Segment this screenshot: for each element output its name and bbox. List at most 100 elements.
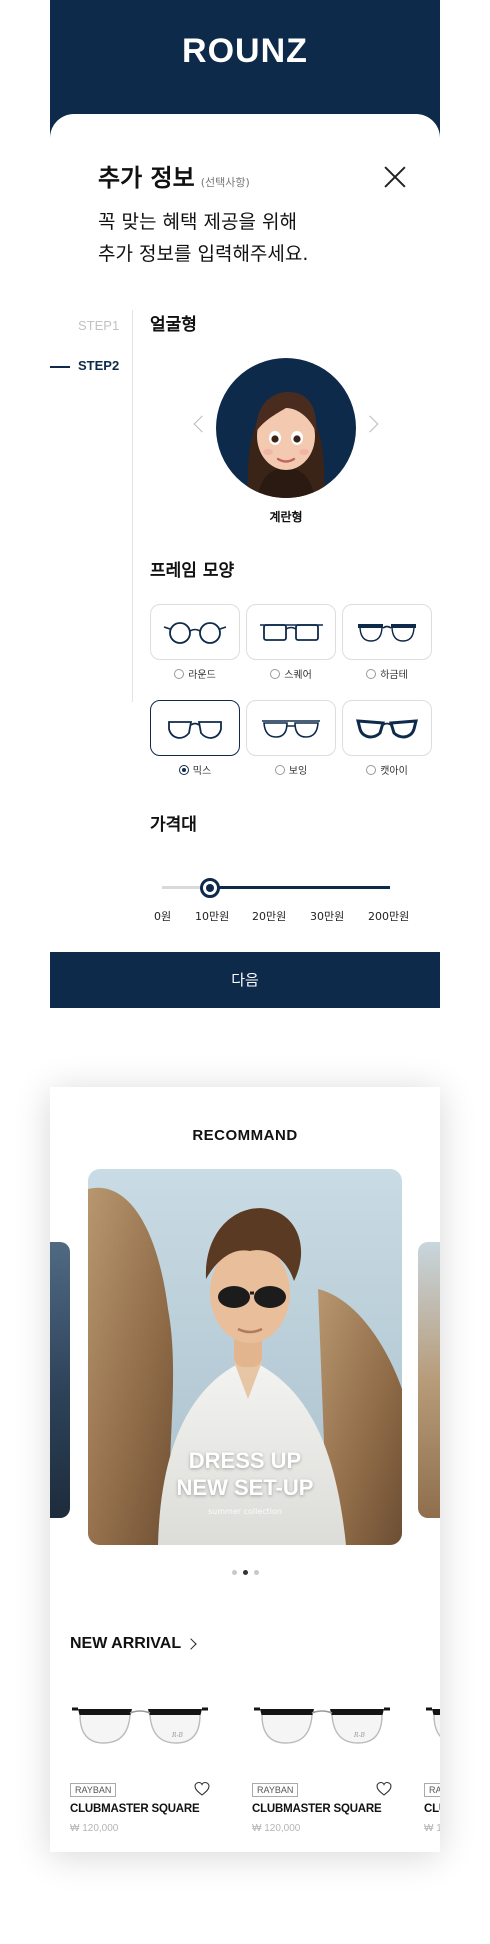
frame-radio-row: 하금테 [342,666,432,681]
clubmaster-glasses-image [426,1707,440,1737]
frame-option-label: 보잉 [288,766,308,777]
rounz-logo: ROUNZ [182,32,308,70]
price-range-slider[interactable] [162,878,390,898]
product-card[interactable]: RAYBAN CLUBMASTER SQUARE ₩ 120,000 [424,1685,440,1834]
page-title: 추가 정보 [98,164,195,192]
sheet-description: 꼭 맞는 혜택 제공을 위해 추가 정보를 입력해주세요. [98,206,308,270]
half-rim-frame-icon [358,624,416,642]
frame-radio[interactable] [274,764,285,775]
face-next-chevron-icon[interactable] [361,415,379,433]
frame-shape-title: 프레임 모양 [150,561,235,581]
info-sheet: 추가 정보 (선택사항) 꼭 맞는 혜택 제공을 위해 추가 정보를 입력해주세… [50,114,440,1008]
brand-tag: RAYBAN [424,1783,440,1797]
svg-text:R-B: R-B [353,1732,366,1739]
clubmaster-glasses-image: R-B [72,1707,208,1744]
banner-slide-previous[interactable] [50,1242,70,1518]
clubmaster-glasses-image: R-B [254,1707,390,1744]
carousel-dot-active[interactable] [243,1570,248,1575]
face-shape-label: 계란형 [269,510,303,524]
brand-tag: RAYBAN [70,1783,117,1797]
price-tick: 20만원 [252,910,287,923]
product-price: ₩ 120,000 [70,1823,119,1834]
chevron-right-icon [185,1638,197,1650]
frame-option-round[interactable]: 라운드 [150,604,240,681]
description-line-2: 추가 정보를 입력해주세요. [98,243,309,265]
step-1[interactable]: STEP1 [78,318,119,333]
product-name: CLUBMASTER SQUARE [252,1803,382,1815]
frame-option-square[interactable]: 스퀘어 [246,604,336,681]
frame-radio[interactable] [270,668,281,679]
brand-tag: RAYBAN [252,1783,299,1797]
description-line-1: 꼭 맞는 혜택 제공을 위해 [98,211,297,233]
mix-frame-icon [168,721,222,739]
frame-option-box [342,604,432,660]
frame-option-label: 하금테 [380,670,408,681]
optional-note: (선택사항) [200,176,250,189]
sheet-title-row: 추가 정보 (선택사항) [98,158,250,193]
frame-radio-row: 스퀘어 [246,666,336,681]
new-arrival-title: NEW ARRIVAL [70,1635,182,1652]
face-avatar[interactable] [216,358,356,498]
banner-headline: DRESS UP NEW SET-UP [88,1447,402,1501]
step-2[interactable]: STEP2 [78,358,119,373]
product-image: R-B [70,1685,210,1765]
next-button[interactable]: 다음 [50,952,440,1008]
heart-icon[interactable] [194,1781,210,1797]
aviator-frame-icon [262,720,320,738]
recommend-title: RECOMMAND [192,1127,298,1144]
step-divider [132,310,133,702]
frame-radio[interactable] [366,668,377,679]
frame-radio[interactable] [178,764,189,775]
cat-eye-frame-icon [356,719,418,739]
banner-headline-line-1: DRESS UP [188,1448,302,1473]
price-tick: 0원 [154,910,172,923]
close-icon[interactable] [384,166,406,188]
banner-slide-current[interactable]: DRESS UP NEW SET-UP summer collection [88,1169,402,1545]
frame-option-label: 캣아이 [380,766,408,777]
additional-info-screen: ROUNZ 추가 정보 (선택사항) 꼭 맞는 혜택 제공을 위해 추가 정보를… [50,0,440,1008]
svg-text:R-B: R-B [171,1732,184,1739]
price-tick: 200만원 [368,910,410,923]
avatar-illustration [247,392,325,498]
product-card[interactable]: R-B RAYBAN CLUBMASTER SQUARE ₩ 120,000 [252,1685,420,1834]
frame-option-box [246,700,336,756]
new-arrival-link[interactable]: NEW ARRIVAL [70,1635,197,1653]
recommend-screen: RECOMMAND DRESS UP NEW SET-UP summer col… [50,1087,440,1852]
face-prev-chevron-icon[interactable] [193,415,211,433]
frame-radio-row: 보잉 [246,762,336,777]
frame-radio-row: 캣아이 [342,762,432,777]
frame-option-label: 라운드 [188,670,216,681]
price-tick: 10만원 [195,910,230,923]
banner-slide-next[interactable] [418,1242,440,1518]
frame-option-box [150,700,240,756]
frame-option-mix[interactable]: 믹스 [150,700,240,777]
frame-option-cat-eye[interactable]: 캣아이 [342,700,432,777]
price-tick: 30만원 [310,910,345,923]
heart-icon[interactable] [376,1781,392,1797]
slider-min-handle[interactable] [200,878,220,898]
frame-option-label: 믹스 [192,766,212,777]
frame-option-half-rim[interactable]: 하금테 [342,604,432,681]
product-price: ₩ 120,000 [252,1823,301,1834]
frame-option-box [150,604,240,660]
product-name: CLUBMASTER SQUARE [424,1803,440,1815]
frame-radio-row: 믹스 [150,762,240,777]
banner-headline-line-2: NEW SET-UP [176,1475,314,1500]
new-arrival-list: R-B RAYBAN CLUBMASTER SQUARE ₩ 120,000 R [50,1685,440,1852]
active-step-marker [50,366,70,368]
carousel-dot[interactable] [254,1570,259,1575]
face-shape-title: 얼굴형 [150,315,197,335]
round-frame-icon [163,622,227,644]
square-frame-icon [260,624,323,641]
frame-option-aviator[interactable]: 보잉 [246,700,336,777]
product-card[interactable]: R-B RAYBAN CLUBMASTER SQUARE ₩ 120,000 [70,1685,238,1834]
product-image: R-B [252,1685,392,1765]
carousel-dot[interactable] [232,1570,237,1575]
banner-subtitle: summer collection [208,1507,282,1516]
price-range-title: 가격대 [150,815,197,835]
frame-radio[interactable] [174,668,185,679]
frame-option-box [342,700,432,756]
product-image [424,1685,440,1765]
frame-radio[interactable] [366,764,377,775]
product-name: CLUBMASTER SQUARE [70,1803,200,1815]
